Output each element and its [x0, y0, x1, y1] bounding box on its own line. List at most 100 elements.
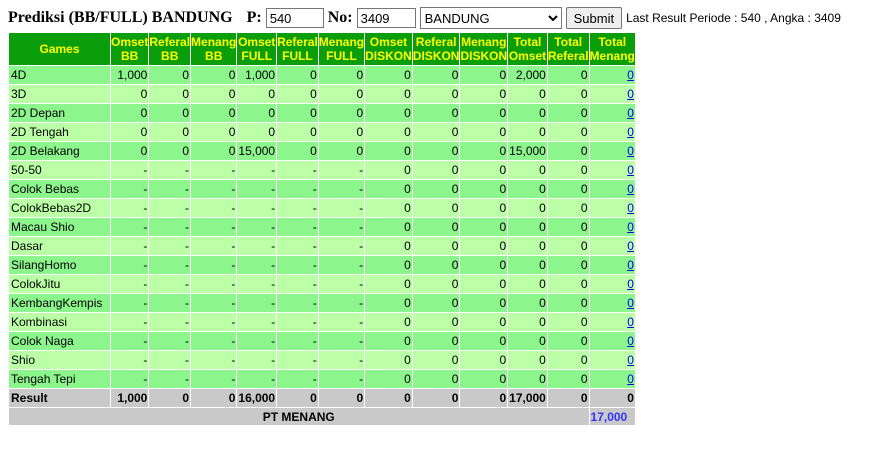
menang-diskon-cell: 0 [460, 294, 508, 312]
game-name-cell: Colok Naga [9, 332, 110, 350]
game-name-cell: 50-50 [9, 161, 110, 179]
referal-diskon-cell: 0 [412, 237, 460, 255]
total-menang-link[interactable]: 0 [627, 239, 634, 253]
menang-bb-cell: - [191, 332, 237, 350]
total-menang-cell: 0 [589, 332, 635, 350]
menang-full-cell: 0 [318, 85, 365, 103]
total-referal-cell: 0 [547, 332, 589, 350]
total-referal-cell: 0 [547, 218, 589, 236]
omset-diskon-cell: 0 [365, 161, 412, 179]
total-menang-cell: 0 [589, 123, 635, 141]
column-header-line: Omset [508, 49, 547, 63]
total-menang-link[interactable]: 0 [627, 106, 634, 120]
total-menang-cell: 0 [589, 104, 635, 122]
total-omset-cell: 0 [508, 180, 547, 198]
menang-diskon-cell: 0 [460, 104, 508, 122]
menang-bb-cell: 0 [191, 85, 237, 103]
total-omset-cell: 0 [508, 275, 547, 293]
referal-diskon-cell: 0 [412, 256, 460, 274]
referal-full-cell: 0 [277, 142, 318, 160]
menang-diskon-cell: 0 [460, 275, 508, 293]
market-select[interactable]: BANDUNG [419, 7, 562, 29]
total-menang-link[interactable]: 0 [627, 144, 634, 158]
menang-diskon-cell: 0 [460, 218, 508, 236]
column-header-line: BB [161, 49, 179, 63]
referal-bb-cell: - [149, 351, 191, 369]
referal-diskon-cell: 0 [412, 199, 460, 217]
total-menang-link[interactable]: 0 [627, 68, 634, 82]
column-header-line: Referal [415, 35, 457, 49]
total-menang-link[interactable]: 0 [627, 87, 634, 101]
game-name-cell: 2D Belakang [9, 142, 110, 160]
total-menang-cell: 0 [589, 351, 635, 369]
menang-full-cell: - [318, 313, 365, 331]
total-menang-link[interactable]: 0 [627, 182, 634, 196]
total-menang-cell: 0 [589, 161, 635, 179]
page-title: Prediksi (BB/FULL) BANDUNG [8, 9, 233, 26]
referal-full-cell: - [277, 313, 318, 331]
total-menang-cell: 0 [589, 85, 635, 103]
referal-bb-cell: - [149, 218, 191, 236]
referal-full-cell: - [277, 275, 318, 293]
game-name-cell: Shio [9, 351, 110, 369]
column-header-total-menang: Total Menang [589, 33, 635, 65]
result-total-menang: 0 [589, 389, 635, 407]
referal-bb-cell: - [149, 332, 191, 350]
total-menang-link[interactable]: 0 [627, 315, 634, 329]
total-referal-cell: 0 [547, 180, 589, 198]
total-menang-cell: 0 [589, 275, 635, 293]
omset-bb-cell: - [111, 313, 149, 331]
game-name-cell: 4D [9, 66, 110, 84]
total-menang-link[interactable]: 0 [627, 125, 634, 139]
result-menang-full: 0 [318, 389, 365, 407]
p-input[interactable] [265, 8, 324, 28]
total-menang-link[interactable]: 0 [627, 201, 634, 215]
total-menang-cell: 0 [589, 199, 635, 217]
table-row: 2D Tengah 0 0 0 0 0 0 0 0 0 0 0 0 [9, 123, 635, 141]
total-menang-link[interactable]: 0 [627, 220, 634, 234]
menang-diskon-cell: 0 [460, 199, 508, 217]
menang-diskon-cell: 0 [460, 256, 508, 274]
total-omset-cell: 0 [508, 237, 547, 255]
total-menang-cell: 0 [589, 294, 635, 312]
total-menang-link[interactable]: 0 [627, 258, 634, 272]
referal-full-cell: - [277, 332, 318, 350]
total-omset-cell: 0 [508, 351, 547, 369]
menang-full-cell: - [318, 332, 365, 350]
total-referal-cell: 0 [547, 313, 589, 331]
menang-diskon-cell: 0 [460, 351, 508, 369]
total-referal-cell: 0 [547, 85, 589, 103]
table-row: KembangKempis - - - - - -0 0 0 0 0 0 [9, 294, 635, 312]
total-menang-link[interactable]: 0 [627, 372, 634, 386]
omset-bb-cell: - [111, 275, 149, 293]
omset-bb-cell: - [111, 256, 149, 274]
total-menang-link[interactable]: 0 [627, 163, 634, 177]
submit-button[interactable]: Submit [565, 7, 623, 29]
game-name-cell: ColokBebas2D [9, 199, 110, 217]
column-header-total-referal: Total Referal [547, 33, 589, 65]
total-referal-cell: 0 [547, 161, 589, 179]
total-menang-link[interactable]: 0 [627, 277, 634, 291]
column-header-line: Referal [277, 35, 318, 49]
game-name-cell: Colok Bebas [9, 180, 110, 198]
referal-bb-cell: - [149, 275, 191, 293]
total-menang-link[interactable]: 0 [627, 353, 634, 367]
column-header-menang-bb: Menang BB [191, 33, 237, 65]
omset-bb-cell: - [111, 237, 149, 255]
menang-diskon-cell: 0 [460, 142, 508, 160]
total-menang-cell: 0 [589, 66, 635, 84]
no-input[interactable] [356, 8, 416, 28]
total-omset-cell: 15,000 [508, 142, 547, 160]
total-menang-link[interactable]: 0 [627, 296, 634, 310]
menang-full-cell: - [318, 275, 365, 293]
menang-bb-cell: 0 [191, 142, 237, 160]
total-menang-link[interactable]: 0 [627, 334, 634, 348]
table-row: 3D 0 0 0 0 0 0 0 0 0 0 0 0 [9, 85, 635, 103]
total-omset-cell: 0 [508, 218, 547, 236]
omset-diskon-cell: 0 [365, 218, 412, 236]
total-menang-cell: 0 [589, 142, 635, 160]
result-total-referal: 0 [547, 389, 589, 407]
pt-menang-row: PT MENANG 17,000 [9, 408, 635, 425]
column-header-line: Total [598, 35, 627, 49]
total-omset-cell: 0 [508, 370, 547, 388]
